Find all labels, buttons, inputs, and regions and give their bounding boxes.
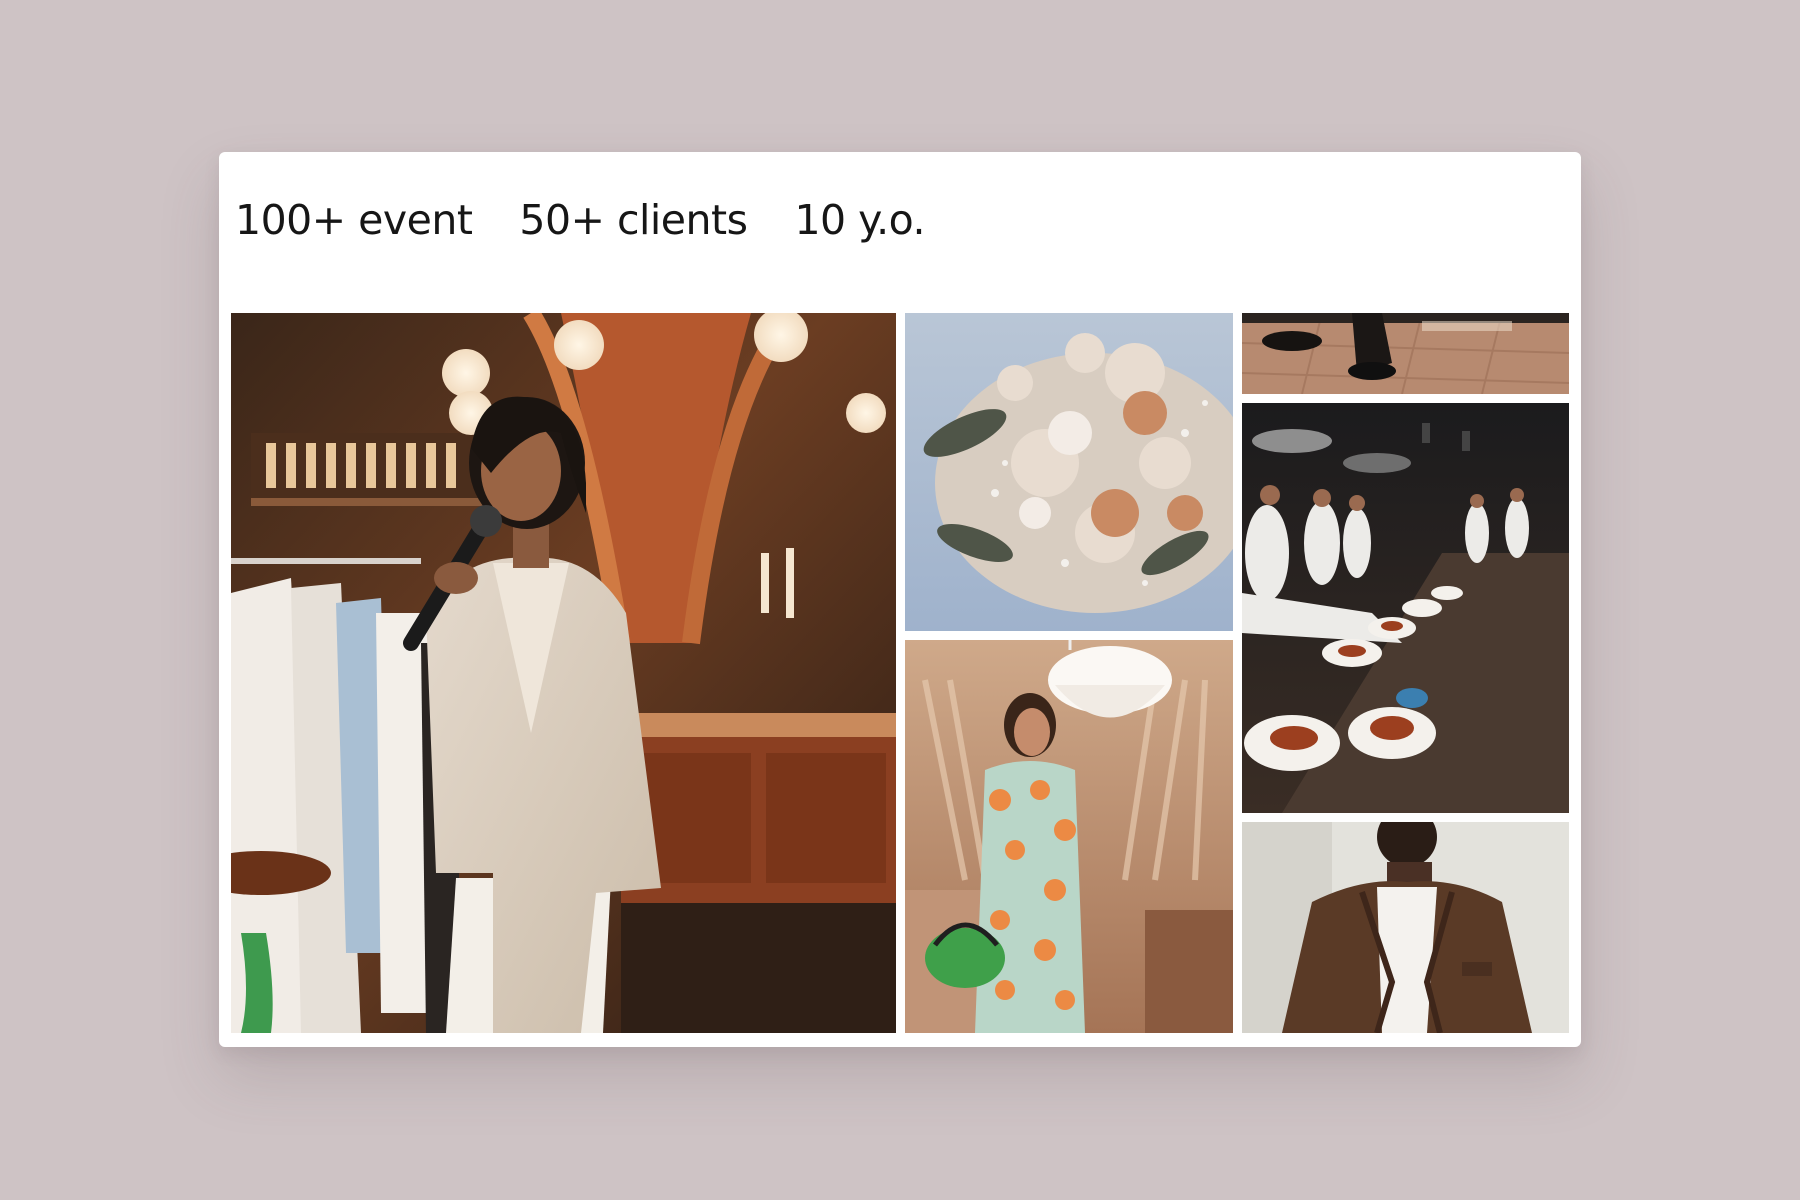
- stats-row: 100+ event 50+ clients 10 y.o.: [235, 196, 926, 244]
- stat-events: 100+ event: [235, 196, 473, 244]
- photo-chefs-plating: [1242, 403, 1569, 813]
- photo-flower-arrangement: [905, 313, 1233, 631]
- stats-gallery-card: 100+ event 50+ clients 10 y.o.: [219, 152, 1581, 1047]
- stat-clients: 50+ clients: [519, 196, 748, 244]
- photo-shoes-on-floor: [1242, 313, 1569, 394]
- photo-woman-floral-outfit: [905, 640, 1233, 1033]
- photo-speaker-with-microphone: [231, 313, 896, 1033]
- photo-man-in-suit: [1242, 822, 1569, 1033]
- stat-years: 10 y.o.: [794, 196, 926, 244]
